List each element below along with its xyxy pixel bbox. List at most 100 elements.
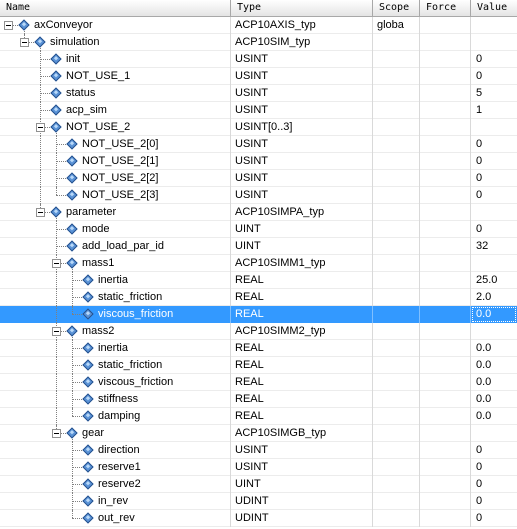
value-cell[interactable]: 32 — [471, 238, 517, 255]
value-cell[interactable]: 0.0 — [471, 408, 517, 425]
collapse-toggle-icon[interactable] — [36, 208, 45, 217]
value-cell[interactable]: 0 — [471, 221, 517, 238]
value-cell[interactable]: 0 — [471, 459, 517, 476]
table-row[interactable]: NOT_USE_2[1] USINT 0 — [0, 153, 517, 170]
force-cell[interactable] — [420, 510, 471, 527]
collapse-toggle-icon[interactable] — [4, 21, 13, 30]
table-row[interactable]: in_rev UDINT 0 — [0, 493, 517, 510]
table-row[interactable]: NOT_USE_2[2] USINT 0 — [0, 170, 517, 187]
column-header-scope[interactable]: Scope — [373, 0, 420, 16]
force-cell[interactable] — [420, 476, 471, 493]
value-cell[interactable] — [471, 34, 517, 51]
value-cell[interactable]: 2.0 — [471, 289, 517, 306]
table-row[interactable]: NOT_USE_2[3] USINT 0 — [0, 187, 517, 204]
force-cell[interactable] — [420, 136, 471, 153]
value-cell[interactable] — [471, 204, 517, 221]
force-cell[interactable] — [420, 170, 471, 187]
force-cell[interactable] — [420, 187, 471, 204]
table-row[interactable]: NOT_USE_2[0] USINT 0 — [0, 136, 517, 153]
force-cell[interactable] — [420, 272, 471, 289]
table-row[interactable]: direction USINT 0 — [0, 442, 517, 459]
table-row[interactable]: status USINT 5 — [0, 85, 517, 102]
table-row[interactable]: inertia REAL 25.0 — [0, 272, 517, 289]
table-row[interactable]: inertia REAL 0.0 — [0, 340, 517, 357]
table-row[interactable]: reserve2 UINT 0 — [0, 476, 517, 493]
force-cell[interactable] — [420, 425, 471, 442]
force-cell[interactable] — [420, 408, 471, 425]
value-cell[interactable] — [471, 255, 517, 272]
table-row[interactable]: gear ACP10SIMGB_typ — [0, 425, 517, 442]
column-header-type[interactable]: Type — [231, 0, 373, 16]
table-row[interactable]: out_rev UDINT 0 — [0, 510, 517, 527]
collapse-toggle-icon[interactable] — [52, 259, 61, 268]
value-cell[interactable]: 25.0 — [471, 272, 517, 289]
force-cell[interactable] — [420, 323, 471, 340]
table-row[interactable]: mass1 ACP10SIMM1_typ — [0, 255, 517, 272]
force-cell[interactable] — [420, 68, 471, 85]
table-row[interactable]: static_friction REAL 0.0 — [0, 357, 517, 374]
value-cell[interactable]: 0.0 — [471, 374, 517, 391]
value-cell[interactable]: 1 — [471, 102, 517, 119]
value-cell[interactable]: 0 — [471, 136, 517, 153]
value-cell[interactable]: 0.0 — [471, 391, 517, 408]
table-row[interactable]: viscous_friction REAL 0.0 — [0, 306, 517, 323]
value-cell[interactable]: 0 — [471, 476, 517, 493]
collapse-toggle-icon[interactable] — [52, 429, 61, 438]
force-cell[interactable] — [420, 119, 471, 136]
force-cell[interactable] — [420, 391, 471, 408]
force-cell[interactable] — [420, 442, 471, 459]
collapse-toggle-icon[interactable] — [36, 123, 45, 132]
value-cell[interactable]: 0.0 — [471, 357, 517, 374]
table-row[interactable]: viscous_friction REAL 0.0 — [0, 374, 517, 391]
force-cell[interactable] — [420, 374, 471, 391]
force-cell[interactable] — [420, 85, 471, 102]
value-cell[interactable] — [471, 17, 517, 34]
table-row[interactable]: static_friction REAL 2.0 — [0, 289, 517, 306]
table-row[interactable]: acp_sim USINT 1 — [0, 102, 517, 119]
table-row[interactable]: add_load_par_id UINT 32 — [0, 238, 517, 255]
collapse-toggle-icon[interactable] — [52, 327, 61, 336]
value-cell[interactable]: 0 — [471, 153, 517, 170]
value-cell[interactable]: 0 — [471, 170, 517, 187]
force-cell[interactable] — [420, 493, 471, 510]
table-row[interactable]: damping REAL 0.0 — [0, 408, 517, 425]
value-cell[interactable] — [471, 425, 517, 442]
force-cell[interactable] — [420, 34, 471, 51]
table-row[interactable]: simulation ACP10SIM_typ — [0, 34, 517, 51]
value-cell[interactable]: 5 — [471, 85, 517, 102]
table-row[interactable]: parameter ACP10SIMPA_typ — [0, 204, 517, 221]
table-row[interactable]: mass2 ACP10SIMM2_typ — [0, 323, 517, 340]
value-cell[interactable]: 0 — [471, 510, 517, 527]
force-cell[interactable] — [420, 255, 471, 272]
table-row[interactable]: mode UINT 0 — [0, 221, 517, 238]
force-cell[interactable] — [420, 340, 471, 357]
force-cell[interactable] — [420, 238, 471, 255]
value-cell[interactable]: 0 — [471, 51, 517, 68]
force-cell[interactable] — [420, 17, 471, 34]
column-header-name[interactable]: Name — [0, 0, 231, 16]
column-header-value[interactable]: Value — [471, 0, 517, 16]
force-cell[interactable] — [420, 221, 471, 238]
table-row[interactable]: axConveyor ACP10AXIS_typ globa — [0, 17, 517, 34]
table-row[interactable]: stiffness REAL 0.0 — [0, 391, 517, 408]
value-cell[interactable] — [471, 323, 517, 340]
force-cell[interactable] — [420, 51, 471, 68]
value-cell[interactable] — [471, 119, 517, 136]
table-row[interactable]: NOT_USE_2 USINT[0..3] — [0, 119, 517, 136]
table-row[interactable]: reserve1 USINT 0 — [0, 459, 517, 476]
column-header-force[interactable]: Force — [420, 0, 471, 16]
force-cell[interactable] — [420, 289, 471, 306]
value-cell[interactable]: 0.0 — [471, 340, 517, 357]
value-cell[interactable]: 0 — [471, 68, 517, 85]
table-row[interactable]: NOT_USE_1 USINT 0 — [0, 68, 517, 85]
value-cell[interactable]: 0.0 — [471, 306, 517, 323]
force-cell[interactable] — [420, 153, 471, 170]
force-cell[interactable] — [420, 306, 471, 323]
value-cell[interactable]: 0 — [471, 493, 517, 510]
value-cell[interactable]: 0 — [471, 187, 517, 204]
force-cell[interactable] — [420, 459, 471, 476]
force-cell[interactable] — [420, 204, 471, 221]
force-cell[interactable] — [420, 357, 471, 374]
collapse-toggle-icon[interactable] — [20, 38, 29, 47]
force-cell[interactable] — [420, 102, 471, 119]
